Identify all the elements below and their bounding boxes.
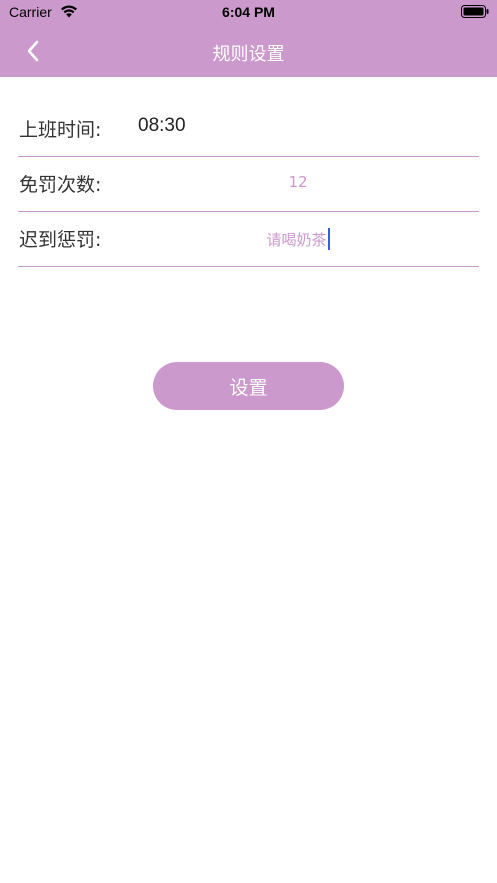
clock: 6:04 PM [222,4,275,20]
work-time-row: 上班时间: 08:30 [18,101,479,157]
header: Carrier 6:04 PM 规则设置 [0,0,497,77]
text-cursor [327,228,330,250]
submit-button[interactable]: 设置 [153,362,344,410]
status-bar: Carrier 6:04 PM [0,0,497,26]
free-count-input[interactable]: 12 [158,173,438,191]
penalty-input[interactable]: 请喝奶茶 [158,228,438,250]
free-count-value: 12 [288,173,308,191]
free-count-row: 免罚次数: 12 [18,156,479,212]
page-title: 规则设置 [212,44,285,65]
penalty-label: 迟到惩罚: [19,229,102,251]
work-time-label: 上班时间: [19,119,102,141]
penalty-row: 迟到惩罚: 请喝奶茶 [18,211,479,267]
work-time-value[interactable]: 08:30 [138,115,186,137]
penalty-value: 请喝奶茶 [266,231,327,249]
battery-icon [461,5,489,18]
nav-bar: 规则设置 [0,26,497,77]
free-count-label: 免罚次数: [19,174,102,196]
submit-button-label: 设置 [229,376,268,399]
